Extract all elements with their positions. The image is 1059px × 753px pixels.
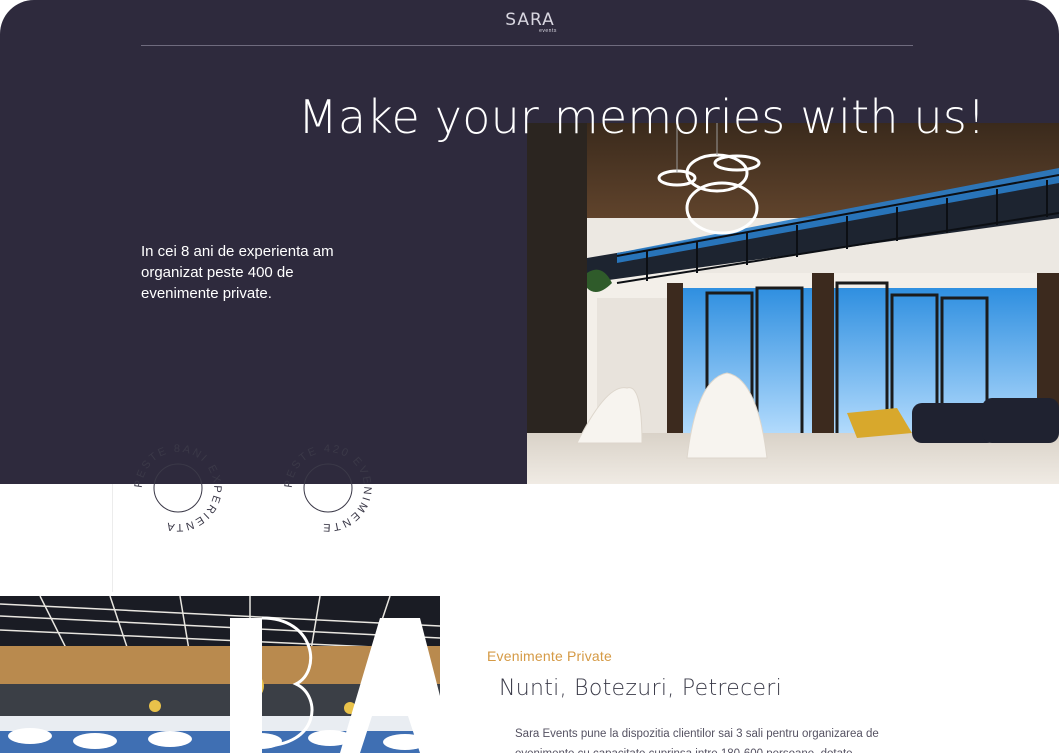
logo-text: SARA (505, 10, 555, 30)
ballroom-photo (0, 596, 440, 753)
svg-text:PESTE 8ANI EXPERIENTA: PESTE 8ANI EXPERIENTA (133, 443, 223, 533)
svg-text:PESTE 420 EVENIMENTE: PESTE 420 EVENIMENTE (283, 443, 373, 533)
section-body: Sara Events pune la dispozitia clientilo… (515, 728, 879, 753)
header-divider (141, 45, 913, 46)
experience-badge: PESTE 8ANI EXPERIENTA (133, 443, 223, 533)
hero-title: Make your memories with us! (298, 90, 986, 144)
events-badge: PESTE 420 EVENIMENTE (283, 443, 373, 533)
section-title: Nunti, Botezuri, Petreceri (499, 676, 783, 701)
events-badge-text: PESTE 420 EVENIMENTE (283, 443, 371, 533)
experience-badge-text: PESTE 8ANI EXPERIENTA (133, 443, 221, 533)
section-divider (112, 484, 113, 592)
hero-description: In cei 8 ani de experienta am organizat … (141, 243, 334, 302)
page-frame: SARA events In cei 8 ani de experienta a… (0, 0, 1059, 753)
section-eyebrow: Evenimente Private (487, 648, 612, 664)
brand-logo[interactable]: SARA events (490, 10, 570, 34)
hero-venue-photo (527, 123, 1059, 484)
